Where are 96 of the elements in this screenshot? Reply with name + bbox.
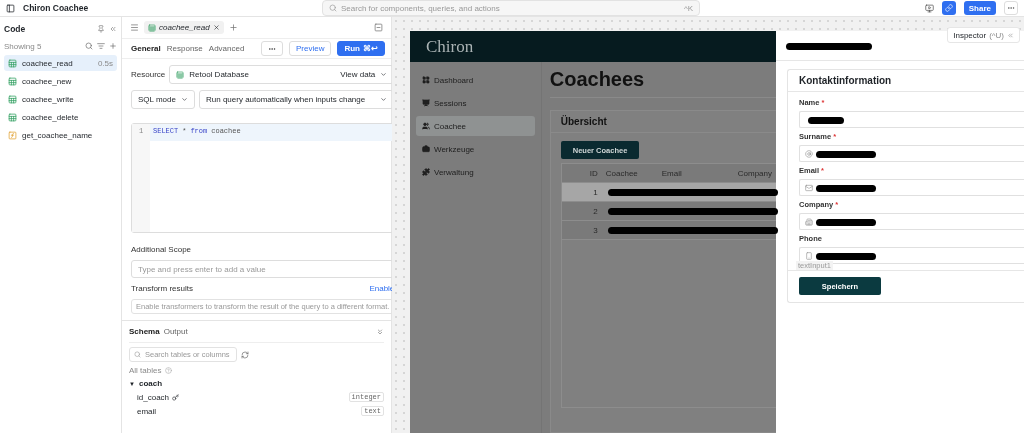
collapse-icon[interactable] <box>109 25 117 33</box>
nav-item[interactable]: Dashboard <box>416 70 535 90</box>
run-button[interactable]: Run ⌘↩ <box>337 41 385 56</box>
nav-item[interactable]: Sessions <box>416 93 535 113</box>
pin-icon[interactable] <box>97 25 105 33</box>
filter-icon[interactable] <box>97 42 105 50</box>
nav-item[interactable]: Coachee <box>416 116 535 136</box>
redaction-mark <box>816 185 876 192</box>
add-tab-icon[interactable] <box>228 23 238 32</box>
table-row[interactable]: 2 <box>561 202 776 221</box>
section-tab[interactable]: General <box>131 44 161 53</box>
table-cell-text: 1 <box>592 187 599 197</box>
column-name: email <box>137 406 157 416</box>
ellipsis-icon <box>1007 4 1015 12</box>
table-cell-text: 3 <box>592 225 599 235</box>
section-label: All tables <box>129 366 162 375</box>
link-icon <box>944 4 953 12</box>
at-sign-icon <box>805 149 813 158</box>
redaction-mark <box>816 151 876 158</box>
preview-icon[interactable] <box>924 3 934 13</box>
preview-button[interactable]: Preview <box>289 41 332 56</box>
text-input[interactable] <box>799 145 1024 162</box>
section-tab[interactable]: Advanced <box>208 44 245 53</box>
card-title: Übersicht <box>560 116 607 127</box>
section-title: Kontaktinformation <box>799 75 892 86</box>
mode-select[interactable]: SQL mode <box>131 90 195 109</box>
app-logo: Chiron <box>426 36 474 57</box>
nav-item[interactable]: Verwaltung <box>416 162 535 182</box>
phone-icon <box>805 251 813 260</box>
chevron-down-icon <box>380 71 388 78</box>
minimize-icon[interactable] <box>374 23 383 32</box>
column-header[interactable]: Coachee <box>601 168 658 178</box>
query-item[interactable]: coachee_read 0.5s <box>4 55 117 71</box>
column-header[interactable]: ID <box>561 168 602 178</box>
query-item[interactable]: get_coachee_name <box>4 127 117 143</box>
section-tab[interactable]: Response <box>166 44 203 53</box>
panel-title: Code <box>4 24 26 34</box>
table-icon <box>176 70 185 79</box>
query-item[interactable]: coachee_new <box>4 73 117 89</box>
search-icon <box>329 4 337 12</box>
briefcase-icon <box>422 145 430 153</box>
help-icon <box>165 367 173 374</box>
column-name: id_coach <box>137 392 180 402</box>
more-button[interactable] <box>261 41 283 56</box>
panel-tab[interactable]: Output <box>163 327 188 336</box>
text-input[interactable] <box>799 247 1024 264</box>
building-icon <box>805 217 813 226</box>
query-item[interactable]: coachee_write <box>4 91 117 107</box>
mail-icon <box>805 183 813 192</box>
query-count: Showing 5 <box>4 41 42 51</box>
key-icon <box>172 393 180 401</box>
nav-item[interactable]: Werkzeuge <box>416 139 535 159</box>
table-icon <box>8 94 17 104</box>
table-icon <box>8 112 17 122</box>
puzzle-icon <box>422 168 430 176</box>
inspector-button[interactable]: Inspector (^U) <box>947 27 1020 43</box>
table-icon <box>148 23 156 32</box>
add-icon[interactable] <box>109 42 117 50</box>
app-title: Chiron Coachee <box>23 3 89 13</box>
redaction-mark <box>816 253 876 260</box>
query-item[interactable]: coachee_delete <box>4 109 117 125</box>
chevron-down-icon <box>180 96 188 103</box>
column-header[interactable]: Email <box>657 168 734 178</box>
redaction-mark <box>808 117 844 124</box>
panel-tab[interactable]: Schema <box>129 327 160 336</box>
users-icon <box>422 122 430 130</box>
redaction-mark <box>816 219 876 226</box>
close-icon[interactable] <box>212 24 220 31</box>
search-icon[interactable] <box>85 42 93 50</box>
field-label: Transform results <box>131 284 193 293</box>
search-icon <box>134 351 141 358</box>
refresh-icon[interactable] <box>241 350 249 359</box>
collapse-icon[interactable] <box>376 327 384 336</box>
sidebar-toggle-icon[interactable] <box>6 3 15 13</box>
table-icon <box>8 58 17 68</box>
copy-link-button[interactable] <box>941 1 956 15</box>
query-tab[interactable]: coachee_read <box>144 21 224 34</box>
table-icon <box>8 76 17 86</box>
function-icon <box>8 130 17 140</box>
table-name[interactable]: coach <box>138 379 163 388</box>
menu-icon[interactable] <box>130 23 139 32</box>
text-input[interactable] <box>799 179 1024 196</box>
table-row[interactable]: 3 <box>561 221 776 240</box>
text-input[interactable] <box>799 111 1024 128</box>
share-button[interactable]: Share <box>963 1 996 15</box>
table-cell-text: 2 <box>592 206 599 216</box>
more-button[interactable] <box>1004 1 1018 15</box>
collapse-icon <box>1007 31 1014 39</box>
column-header[interactable]: Company <box>733 168 776 178</box>
table-row[interactable]: 1 <box>561 183 776 202</box>
text-input[interactable] <box>799 213 1024 230</box>
chevron-down-icon <box>380 96 388 103</box>
screen-icon <box>422 99 430 107</box>
field-label: Additional Scope <box>131 245 193 254</box>
grid-icon <box>422 76 430 84</box>
field-label: Resource <box>131 70 166 79</box>
